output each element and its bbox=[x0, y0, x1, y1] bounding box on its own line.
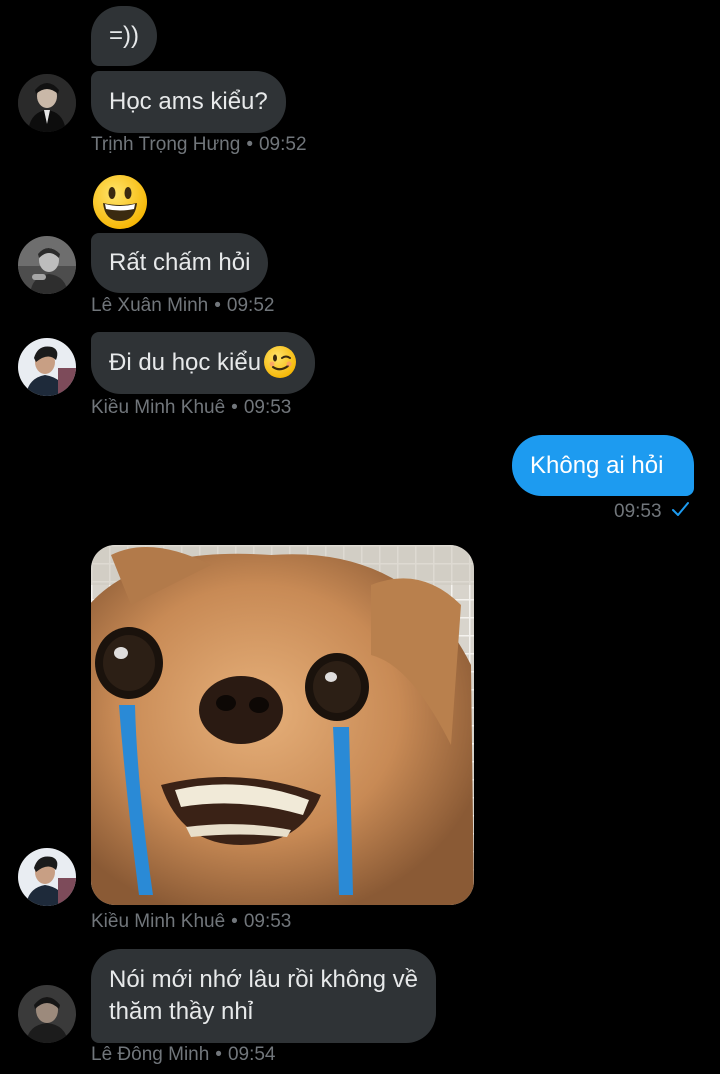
timestamp: 09:53 bbox=[614, 501, 662, 523]
message-text-line: Nói mới nhớ lâu rồi không về bbox=[109, 966, 418, 993]
grinning-face-icon bbox=[91, 173, 149, 236]
sent-check-icon bbox=[671, 500, 689, 524]
sender-name[interactable]: Kiều Minh Khuê bbox=[91, 911, 225, 932]
message-meta: 09:53 bbox=[614, 500, 689, 524]
message-meta: Trịnh Trọng Hưng • 09:52 bbox=[91, 133, 307, 157]
avatar-kieu-minh-khue[interactable] bbox=[18, 848, 76, 906]
message-bubble[interactable]: Đi du học kiểu bbox=[91, 332, 316, 394]
timestamp: 09:54 bbox=[227, 1044, 276, 1065]
timestamp: 09:52 bbox=[258, 134, 307, 155]
sender-name[interactable]: Kiều Minh Khuê bbox=[91, 397, 225, 418]
separator: • bbox=[231, 397, 238, 418]
separator: • bbox=[231, 911, 238, 932]
message-text: Rất chấm hỏi bbox=[109, 249, 251, 276]
message-bubble[interactable]: Học ams kiểu? bbox=[91, 71, 286, 133]
message-meta: Kiều Minh Khuê • 09:53 bbox=[91, 396, 291, 420]
message-meta: Lê Đông Minh • 09:54 bbox=[91, 1043, 276, 1067]
message-text: Không ai hỏi bbox=[530, 452, 664, 479]
avatar-le-xuan-minh[interactable] bbox=[18, 236, 76, 294]
timestamp: 09:53 bbox=[243, 397, 292, 418]
message-meta: Lê Xuân Minh • 09:52 bbox=[91, 294, 274, 318]
winking-face-icon bbox=[263, 345, 297, 379]
message-meta: Kiều Minh Khuê • 09:53 bbox=[91, 910, 291, 934]
crying-dog-image bbox=[91, 545, 474, 905]
timestamp: 09:52 bbox=[226, 295, 275, 316]
message-text: Đi du học kiểu bbox=[109, 349, 262, 376]
separator: • bbox=[246, 134, 253, 155]
message-text-line: thăm thầy nhỉ bbox=[109, 998, 254, 1025]
sender-name[interactable]: Trịnh Trọng Hưng bbox=[91, 134, 240, 155]
separator: • bbox=[214, 295, 221, 316]
avatar-trinh-trong-hung[interactable] bbox=[18, 74, 76, 132]
message-bubble[interactable]: =)) bbox=[91, 6, 157, 66]
timestamp: 09:53 bbox=[243, 911, 292, 932]
sender-name[interactable]: Lê Đông Minh bbox=[91, 1044, 209, 1065]
sender-name[interactable]: Lê Xuân Minh bbox=[91, 295, 208, 316]
avatar-le-dong-minh[interactable] bbox=[18, 985, 76, 1043]
message-text: =)) bbox=[109, 22, 139, 49]
avatar-kieu-minh-khue[interactable] bbox=[18, 338, 76, 396]
message-media-image[interactable] bbox=[91, 545, 474, 905]
separator: • bbox=[215, 1044, 222, 1065]
message-bubble[interactable]: Nói mới nhớ lâu rồi không về thăm thầy n… bbox=[91, 949, 436, 1043]
message-bubble-outgoing[interactable]: Không ai hỏi bbox=[512, 435, 694, 496]
message-bubble[interactable]: Rất chấm hỏi bbox=[91, 233, 269, 293]
message-text: Học ams kiểu? bbox=[109, 88, 268, 115]
